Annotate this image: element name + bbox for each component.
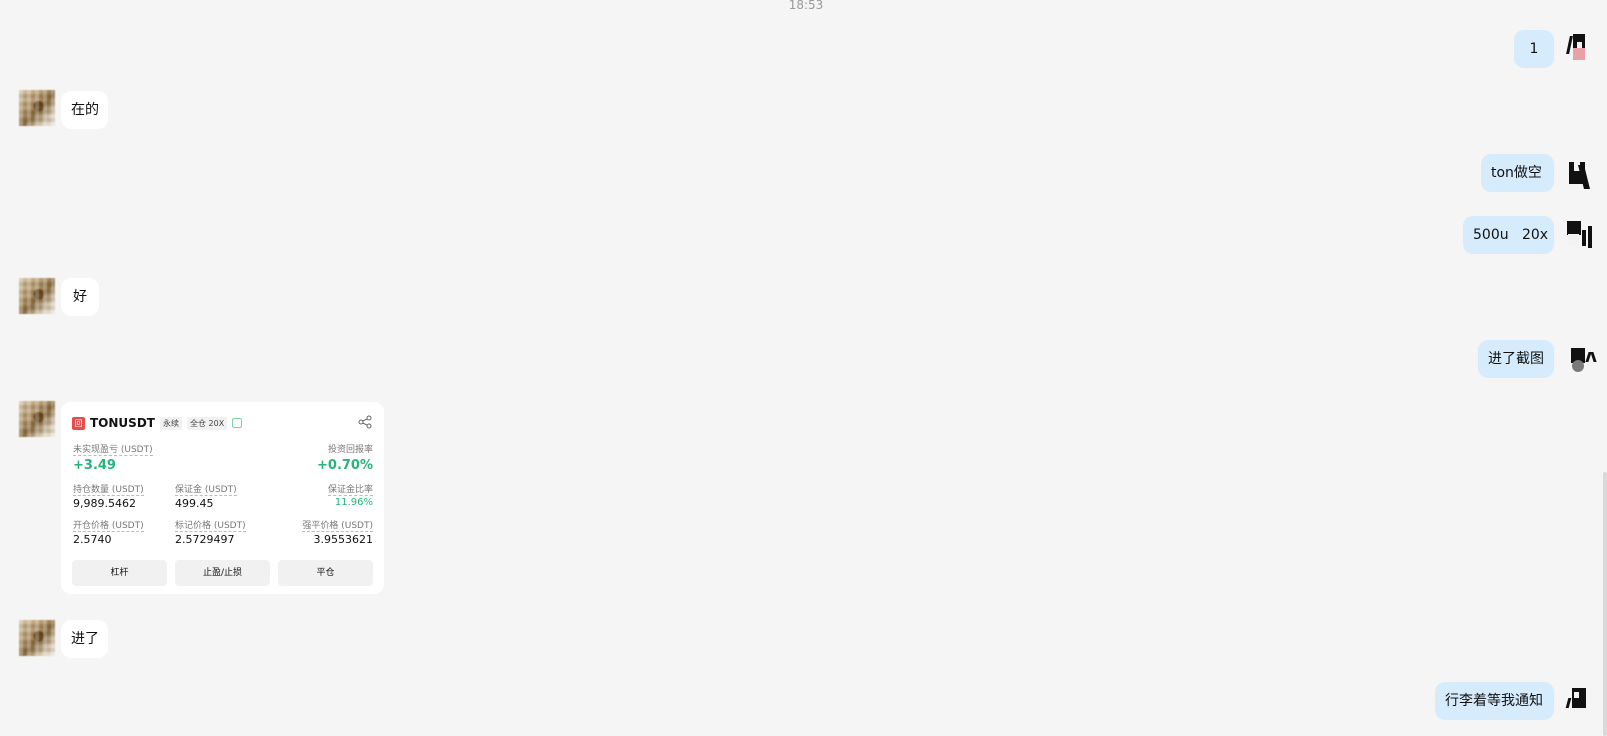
avatar-self[interactable] — [1563, 682, 1599, 718]
position-card[interactable]: 回 TONUSDT 永续 全仓 20X 未实现盈亏 (USDT) +3.49 投… — [61, 402, 384, 594]
message-bubble-sent[interactable]: 500u 20x — [1463, 216, 1554, 254]
message-bubble-received[interactable]: 好 — [61, 278, 99, 316]
exchange-logo: 回 — [72, 416, 85, 430]
mark-price-value: 2.5729497 — [175, 533, 235, 546]
margin-value: 499.45 — [175, 497, 214, 510]
avatar-self[interactable] — [1563, 30, 1599, 66]
margin-ratio-value: 11.96% — [334, 497, 373, 508]
avatar-self[interactable] — [1563, 155, 1599, 191]
position-size-label: 持仓数量 (USDT) — [73, 482, 144, 496]
leverage-button[interactable]: 杠杆 — [72, 560, 167, 586]
position-card-header: 回 TONUSDT 永续 全仓 20X — [72, 416, 243, 430]
avatar-contact[interactable] — [19, 401, 55, 437]
symbol-label: TONUSDT — [90, 416, 155, 430]
chat-scrollbar[interactable] — [1603, 472, 1607, 736]
position-size-value: 9,989.5462 — [73, 497, 136, 510]
message-timestamp: 18:53 — [788, 0, 824, 12]
avatar-self[interactable] — [1563, 340, 1599, 376]
message-bubble-sent[interactable]: 1 — [1514, 30, 1554, 68]
entry-price-label: 开仓价格 (USDT) — [73, 518, 144, 532]
message-bubble-sent[interactable]: 进了截图 — [1478, 340, 1554, 378]
avatar-contact[interactable] — [19, 90, 55, 126]
share-icon[interactable] — [358, 415, 372, 433]
margin-label: 保证金 (USDT) — [175, 482, 237, 496]
avatar-self[interactable] — [1563, 216, 1599, 252]
avatar-contact[interactable] — [19, 278, 55, 314]
perpetual-tag: 永续 — [159, 416, 182, 430]
liquidation-price-value: 3.9553621 — [313, 533, 374, 546]
message-bubble-sent[interactable]: 行李着等我通知 — [1435, 682, 1554, 720]
chat-window: 18:53 1 在的 ton做空 500u 20x 好 进了截图 回 TONUS… — [0, 0, 1607, 736]
message-bubble-received[interactable]: 在的 — [61, 91, 108, 129]
unrealized-pnl-value: +3.49 — [73, 458, 116, 473]
margin-mode-tag: 全仓 20X — [186, 416, 228, 430]
liquidation-price-label: 强平价格 (USDT) — [302, 518, 373, 532]
margin-ratio-label: 保证金比率 — [327, 482, 373, 496]
roi-label: 投资回报率 — [327, 445, 373, 455]
message-bubble-sent[interactable]: ton做空 — [1481, 154, 1554, 192]
entry-price-value: 2.5740 — [73, 533, 112, 546]
copy-icon — [232, 418, 243, 428]
tp-sl-button[interactable]: 止盈/止损 — [175, 560, 270, 586]
avatar-contact[interactable] — [19, 620, 55, 656]
roi-value: +0.70% — [317, 458, 373, 473]
mark-price-label: 标记价格 (USDT) — [175, 518, 246, 532]
unrealized-pnl-label: 未实现盈亏 (USDT) — [73, 442, 153, 456]
message-bubble-received[interactable]: 进了 — [61, 620, 108, 658]
close-position-button[interactable]: 平仓 — [278, 560, 373, 586]
